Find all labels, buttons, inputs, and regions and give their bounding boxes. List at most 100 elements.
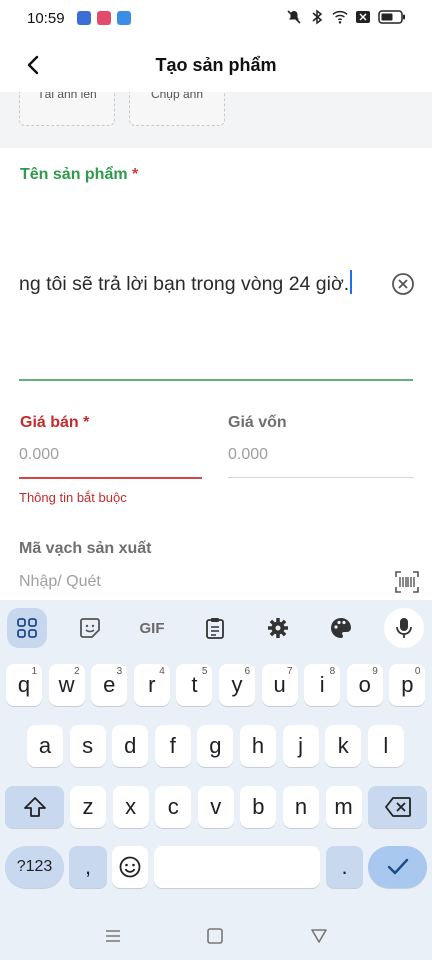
key-p[interactable]: p0 (389, 664, 426, 706)
key-h[interactable]: h (240, 725, 276, 767)
bluetooth-icon (309, 9, 325, 25)
key-letter: r (148, 672, 156, 697)
key-z[interactable]: z (70, 786, 106, 828)
key-c[interactable]: c (155, 786, 192, 828)
status-icons (286, 9, 406, 25)
product-name-underline (19, 379, 413, 381)
mute-icon (286, 9, 302, 25)
x-box-icon (355, 9, 371, 25)
key-number-hint: 6 (244, 666, 250, 677)
key-e[interactable]: e3 (91, 664, 128, 706)
cost-price-underline (228, 477, 414, 478)
emoji-key[interactable] (112, 846, 148, 888)
image-picker-strip: Tải ảnh lên Chụp ảnh (0, 92, 432, 148)
key-number-hint: 4 (159, 666, 165, 677)
palette-icon[interactable] (321, 608, 361, 648)
period-key[interactable]: . (326, 846, 363, 888)
cost-price-input[interactable]: 0.000 (228, 446, 268, 464)
key-m[interactable]: m (325, 786, 362, 828)
required-error-text: Thông tin bắt buộc (19, 490, 127, 505)
key-t[interactable]: t5 (176, 664, 213, 706)
product-name-label: Tên sản phẩm * (20, 166, 138, 184)
key-letter: o (358, 672, 371, 697)
app-bar: Tạo sản phẩm (0, 36, 432, 93)
barcode-input[interactable]: Nhập/ Quét (19, 573, 101, 591)
settings-gear-icon[interactable] (258, 608, 298, 648)
text-cursor (350, 270, 353, 294)
key-y[interactable]: y6 (219, 664, 255, 706)
key-v[interactable]: v (197, 786, 234, 828)
shift-key[interactable] (5, 786, 64, 828)
backspace-key[interactable] (368, 786, 427, 828)
sale-price-input[interactable]: 0.000 (19, 446, 59, 464)
keyboard-toolbar: GIF (0, 600, 432, 656)
comma-key[interactable]: , (69, 846, 107, 888)
sale-price-label: Giá bán * (20, 414, 89, 432)
back-triangle-icon[interactable] (307, 924, 331, 948)
key-i[interactable]: i8 (304, 664, 341, 706)
home-square-icon[interactable] (203, 924, 227, 948)
key-j[interactable]: j (282, 725, 319, 767)
required-mark: * (83, 414, 90, 431)
key-number-hint: 7 (287, 666, 293, 677)
key-u[interactable]: u7 (261, 664, 298, 706)
upload-image-button[interactable]: Tải ảnh lên (19, 92, 115, 126)
key-x[interactable]: x (112, 786, 149, 828)
key-q[interactable]: q1 (6, 664, 42, 706)
system-nav-bar (0, 912, 432, 960)
cost-price-label: Giá vốn (228, 414, 287, 431)
key-d[interactable]: d (112, 725, 149, 767)
key-letter: q (17, 672, 31, 697)
key-number-hint: 3 (116, 666, 123, 677)
app-notification-icon (117, 11, 131, 25)
key-b[interactable]: b (240, 786, 277, 828)
gif-button[interactable]: GIF (132, 608, 172, 648)
gif-label: GIF (139, 619, 165, 637)
key-w[interactable]: w2 (48, 664, 85, 706)
upload-image-label: Tải ảnh lên (37, 92, 97, 101)
key-l[interactable]: l (367, 725, 404, 767)
soft-keyboard: GIF q1w2e3r4t5y6u7i8o9p0 asdfghjkl zxcvb… (0, 600, 432, 960)
required-mark: * (132, 166, 139, 183)
key-number-hint: 9 (372, 666, 378, 677)
key-letter: p (401, 672, 414, 697)
clipboard-icon[interactable] (195, 608, 235, 648)
status-bar: 10:59 (0, 0, 432, 36)
clear-icon[interactable] (391, 272, 415, 296)
key-letter: w (58, 672, 75, 697)
key-letter: t (191, 672, 198, 697)
barcode-label: Mã vạch sản xuất (19, 540, 152, 557)
key-f[interactable]: f (154, 725, 191, 767)
space-key[interactable] (154, 846, 320, 888)
app-notification-icon (97, 11, 111, 25)
enter-check-key[interactable] (368, 846, 427, 888)
barcode-scan-icon[interactable] (394, 570, 420, 594)
page-title: Tạo sản phẩm (155, 55, 277, 75)
product-form: Tải ảnh lên Chụp ảnh Tên sản phẩm * ng t… (0, 92, 432, 600)
key-a[interactable]: a (27, 725, 63, 767)
sale-price-label-text: Giá bán (20, 414, 79, 431)
key-r[interactable]: r4 (133, 664, 170, 706)
key-s[interactable]: s (69, 725, 106, 767)
key-g[interactable]: g (197, 725, 234, 767)
key-letter: e (103, 672, 116, 697)
key-n[interactable]: n (283, 786, 319, 828)
sticker-icon[interactable] (70, 608, 110, 648)
key-letter: u (273, 672, 286, 697)
key-letter: y (231, 672, 243, 697)
apps-grid-icon[interactable] (7, 608, 47, 648)
microphone-icon[interactable] (384, 608, 424, 648)
key-o[interactable]: o9 (346, 664, 383, 706)
key-number-hint: 5 (201, 666, 208, 677)
app-notification-icon (77, 11, 91, 25)
key-number-hint: 1 (31, 666, 37, 677)
key-number-hint: 2 (74, 666, 80, 677)
product-name-label-text: Tên sản phẩm (20, 166, 128, 183)
symbols-key[interactable]: ?123 (5, 846, 64, 888)
key-k[interactable]: k (325, 725, 362, 767)
wifi-icon (332, 9, 348, 25)
product-name-input[interactable]: ng tôi sẽ trả lời bạn trong vòng 24 giờ. (19, 270, 353, 296)
sale-price-underline (19, 477, 202, 479)
menu-icon[interactable] (101, 924, 125, 948)
capture-image-button[interactable]: Chụp ảnh (129, 92, 225, 126)
